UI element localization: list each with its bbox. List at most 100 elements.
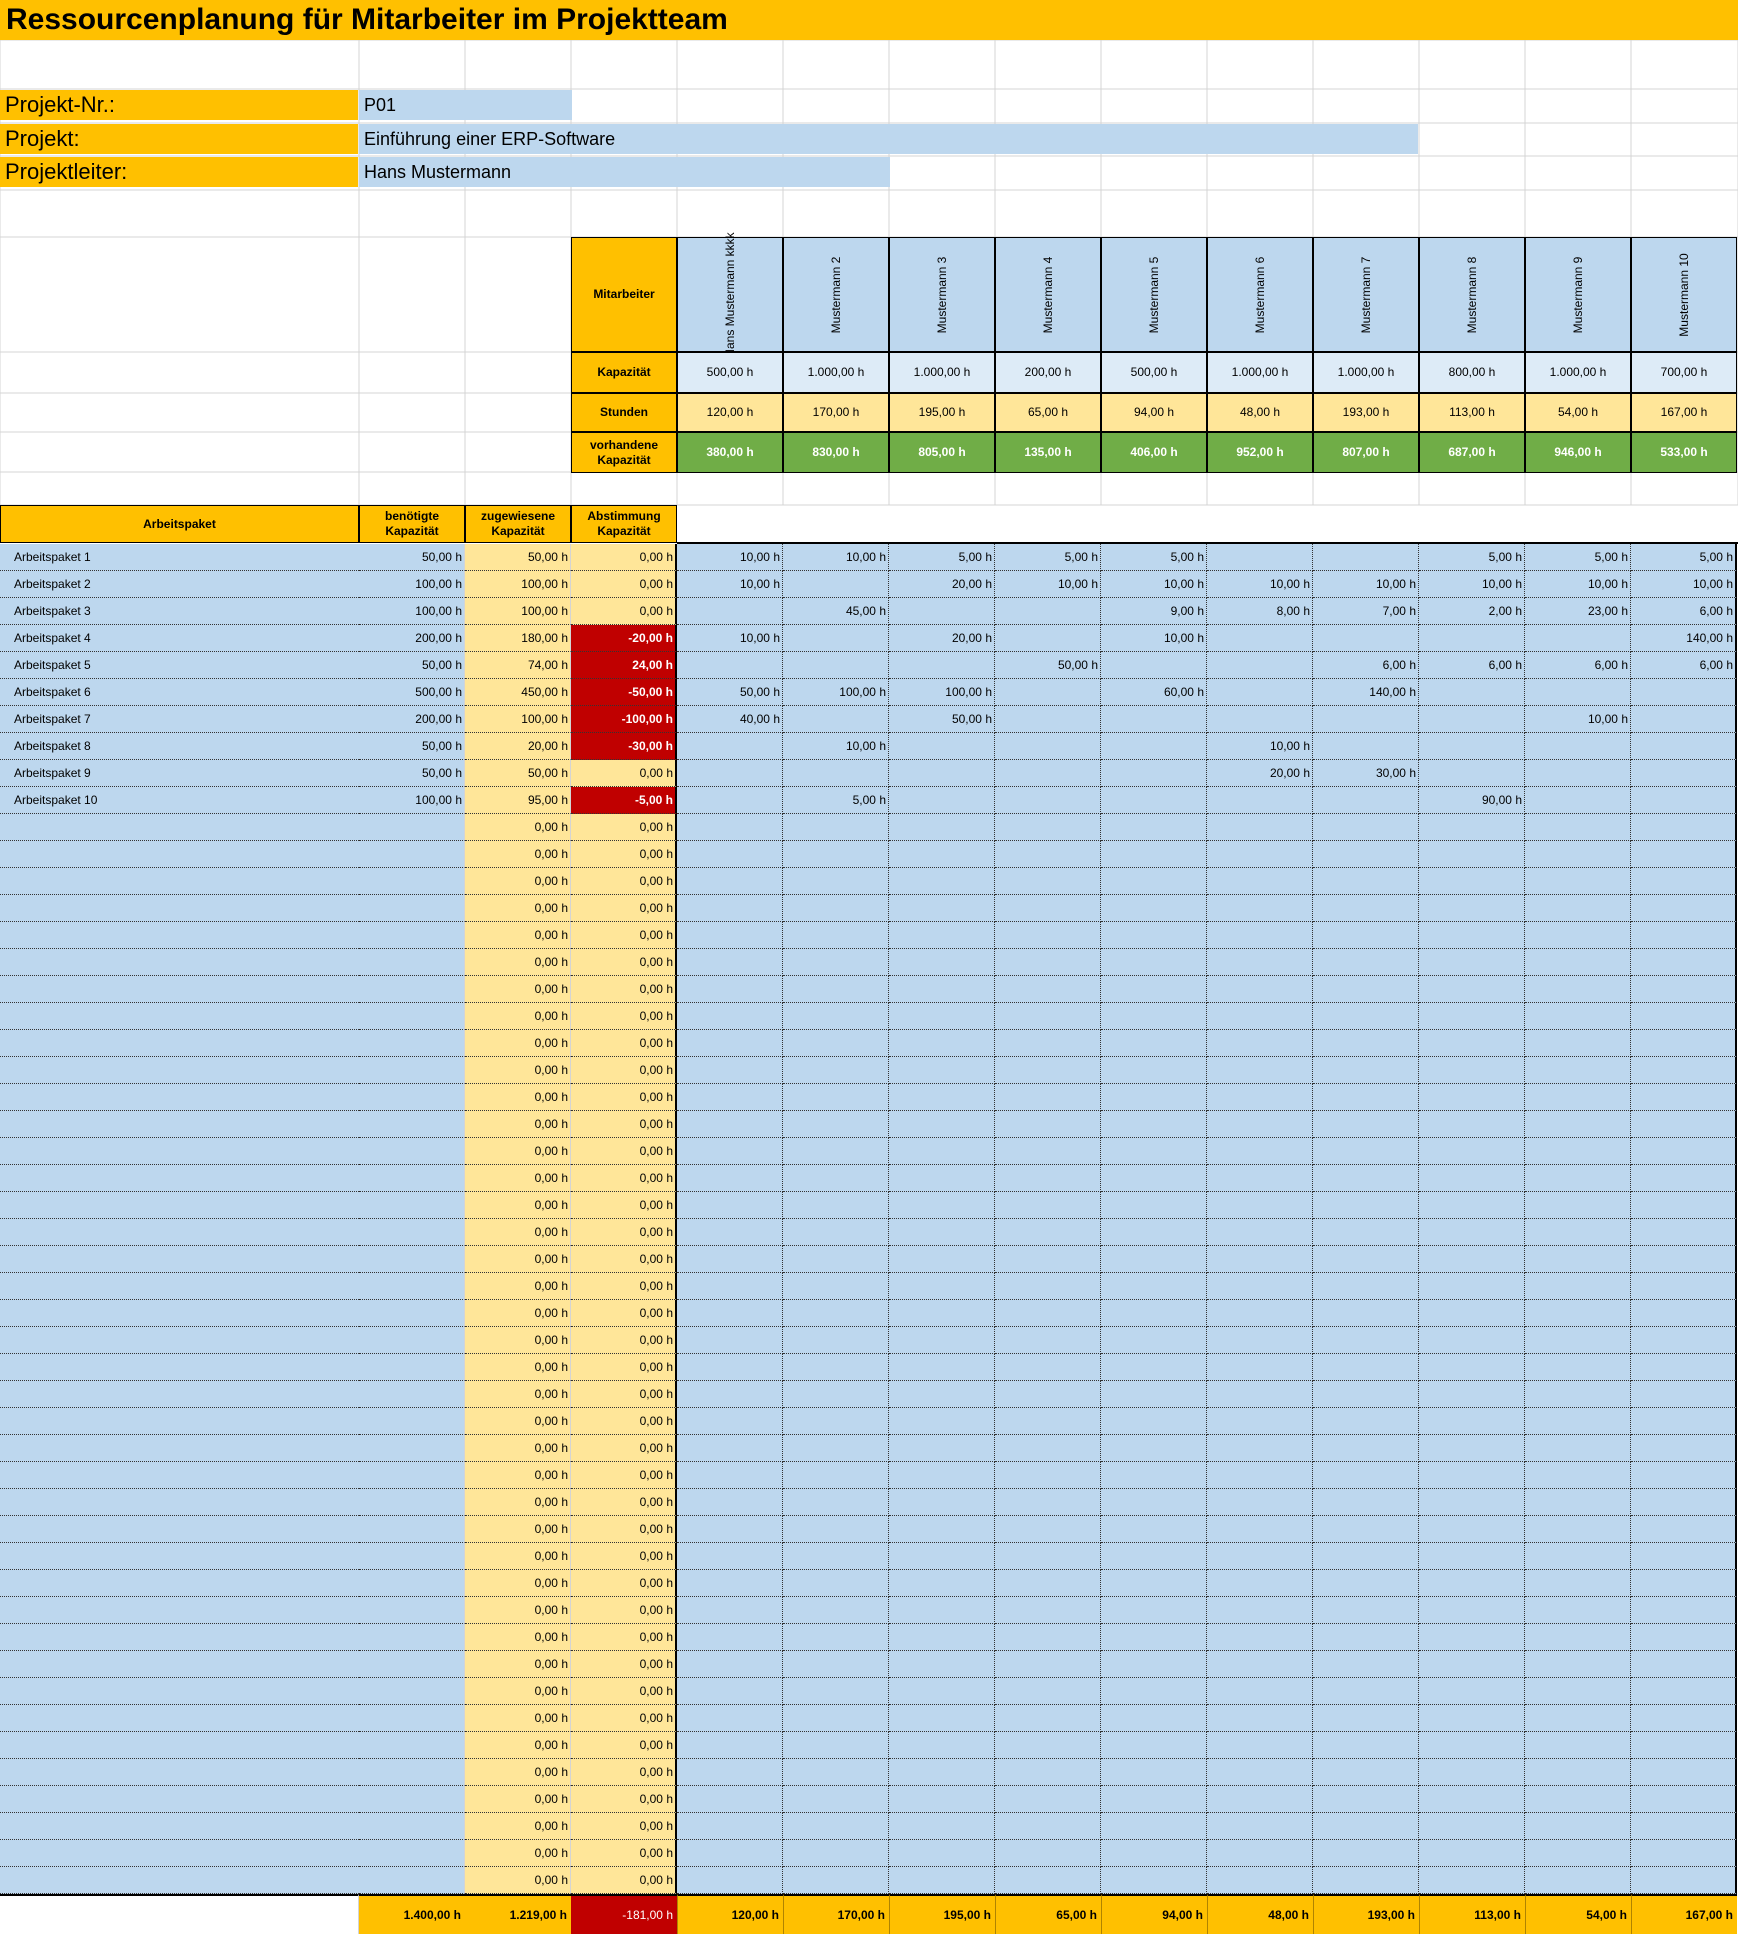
assigned-hours-cell[interactable] [1631, 1678, 1737, 1705]
assigned-hours-cell[interactable] [783, 571, 889, 598]
assigned-hours-cell[interactable] [1313, 1462, 1419, 1489]
assigned-hours-cell[interactable]: 20,00 h [889, 571, 995, 598]
assigned-hours-cell[interactable] [1419, 1408, 1525, 1435]
assigned-hours-cell[interactable] [1419, 1489, 1525, 1516]
work-package-name[interactable] [0, 1786, 359, 1813]
assigned-hours-cell[interactable] [677, 1030, 783, 1057]
assigned-hours-cell[interactable] [1101, 1219, 1207, 1246]
assigned-hours-cell[interactable] [1313, 1084, 1419, 1111]
required-capacity-cell[interactable] [359, 922, 465, 949]
assigned-hours-cell[interactable] [1419, 1543, 1525, 1570]
assigned-hours-cell[interactable] [677, 1867, 783, 1894]
assigned-hours-cell[interactable] [1207, 1003, 1313, 1030]
assigned-hours-cell[interactable] [995, 598, 1101, 625]
assigned-hours-cell[interactable] [1101, 652, 1207, 679]
assigned-hours-cell[interactable] [1207, 949, 1313, 976]
work-package-name[interactable] [0, 1354, 359, 1381]
assigned-hours-cell[interactable] [1313, 1543, 1419, 1570]
assigned-hours-cell[interactable]: 20,00 h [889, 625, 995, 652]
assigned-hours-cell[interactable] [1207, 1597, 1313, 1624]
assigned-hours-cell[interactable] [1101, 1813, 1207, 1840]
assigned-hours-cell[interactable] [1207, 976, 1313, 1003]
assigned-hours-cell[interactable] [1419, 1381, 1525, 1408]
assigned-hours-cell[interactable] [677, 1084, 783, 1111]
required-capacity-cell[interactable]: 50,00 h [359, 760, 465, 787]
assigned-hours-cell[interactable] [1419, 1057, 1525, 1084]
assigned-hours-cell[interactable] [1313, 976, 1419, 1003]
assigned-hours-cell[interactable] [783, 1435, 889, 1462]
assigned-hours-cell[interactable] [1419, 706, 1525, 733]
assigned-hours-cell[interactable] [889, 1759, 995, 1786]
work-package-name[interactable] [0, 1138, 359, 1165]
assigned-hours-cell[interactable] [1101, 1867, 1207, 1894]
work-package-name[interactable] [0, 1300, 359, 1327]
assigned-hours-cell[interactable] [1419, 1786, 1525, 1813]
assigned-hours-cell[interactable] [1313, 1354, 1419, 1381]
required-capacity-cell[interactable] [359, 1408, 465, 1435]
assigned-hours-cell[interactable] [1313, 1732, 1419, 1759]
assigned-hours-cell[interactable] [783, 1138, 889, 1165]
assigned-hours-cell[interactable]: 10,00 h [1419, 571, 1525, 598]
assigned-hours-cell[interactable] [995, 1786, 1101, 1813]
required-capacity-cell[interactable]: 50,00 h [359, 652, 465, 679]
assigned-hours-cell[interactable] [995, 1084, 1101, 1111]
assigned-hours-cell[interactable] [677, 1759, 783, 1786]
work-package-name[interactable] [0, 1597, 359, 1624]
assigned-hours-cell[interactable] [1631, 1516, 1737, 1543]
assigned-hours-cell[interactable] [783, 1732, 889, 1759]
assigned-hours-cell[interactable] [783, 1111, 889, 1138]
required-capacity-cell[interactable] [359, 1813, 465, 1840]
assigned-hours-cell[interactable] [995, 1435, 1101, 1462]
work-package-name[interactable] [0, 949, 359, 976]
assigned-hours-cell[interactable] [889, 760, 995, 787]
assigned-hours-cell[interactable] [1419, 1354, 1525, 1381]
required-capacity-cell[interactable] [359, 1354, 465, 1381]
assigned-hours-cell[interactable]: 5,00 h [1525, 544, 1631, 571]
assigned-hours-cell[interactable] [1419, 1516, 1525, 1543]
assigned-hours-cell[interactable] [889, 1435, 995, 1462]
assigned-hours-cell[interactable] [677, 1678, 783, 1705]
assigned-hours-cell[interactable] [889, 1597, 995, 1624]
assigned-hours-cell[interactable] [783, 1192, 889, 1219]
assigned-hours-cell[interactable] [1207, 1867, 1313, 1894]
required-capacity-cell[interactable] [359, 1057, 465, 1084]
assigned-hours-cell[interactable] [1101, 1192, 1207, 1219]
assigned-hours-cell[interactable]: 5,00 h [1101, 544, 1207, 571]
assigned-hours-cell[interactable] [1525, 1030, 1631, 1057]
assigned-hours-cell[interactable] [1525, 1516, 1631, 1543]
assigned-hours-cell[interactable] [783, 1030, 889, 1057]
assigned-hours-cell[interactable] [1419, 1030, 1525, 1057]
assigned-hours-cell[interactable]: 90,00 h [1419, 787, 1525, 814]
employee-capacity-cell[interactable]: 500,00 h [1101, 352, 1207, 393]
assigned-hours-cell[interactable] [889, 1678, 995, 1705]
assigned-hours-cell[interactable] [1631, 1435, 1737, 1462]
employee-capacity-cell[interactable]: 1.000,00 h [1525, 352, 1631, 393]
assigned-hours-cell[interactable] [1101, 868, 1207, 895]
assigned-hours-cell[interactable] [677, 1138, 783, 1165]
assigned-hours-cell[interactable] [889, 1138, 995, 1165]
required-capacity-cell[interactable] [359, 1246, 465, 1273]
assigned-hours-cell[interactable] [677, 652, 783, 679]
assigned-hours-cell[interactable] [1101, 976, 1207, 1003]
assigned-hours-cell[interactable] [995, 1219, 1101, 1246]
work-package-name[interactable] [0, 1327, 359, 1354]
assigned-hours-cell[interactable] [783, 625, 889, 652]
assigned-hours-cell[interactable] [1313, 544, 1419, 571]
assigned-hours-cell[interactable] [1313, 922, 1419, 949]
assigned-hours-cell[interactable] [783, 1246, 889, 1273]
assigned-hours-cell[interactable] [1525, 895, 1631, 922]
assigned-hours-cell[interactable] [783, 1705, 889, 1732]
required-capacity-cell[interactable] [359, 1111, 465, 1138]
assigned-hours-cell[interactable] [677, 733, 783, 760]
assigned-hours-cell[interactable] [1525, 1732, 1631, 1759]
assigned-hours-cell[interactable] [783, 841, 889, 868]
assigned-hours-cell[interactable] [1313, 949, 1419, 976]
assigned-hours-cell[interactable] [995, 1570, 1101, 1597]
assigned-hours-cell[interactable] [1631, 1408, 1737, 1435]
assigned-hours-cell[interactable] [1631, 922, 1737, 949]
assigned-hours-cell[interactable] [1525, 1138, 1631, 1165]
assigned-hours-cell[interactable] [889, 1165, 995, 1192]
assigned-hours-cell[interactable] [1313, 1165, 1419, 1192]
assigned-hours-cell[interactable]: 2,00 h [1419, 598, 1525, 625]
assigned-hours-cell[interactable] [1207, 1327, 1313, 1354]
